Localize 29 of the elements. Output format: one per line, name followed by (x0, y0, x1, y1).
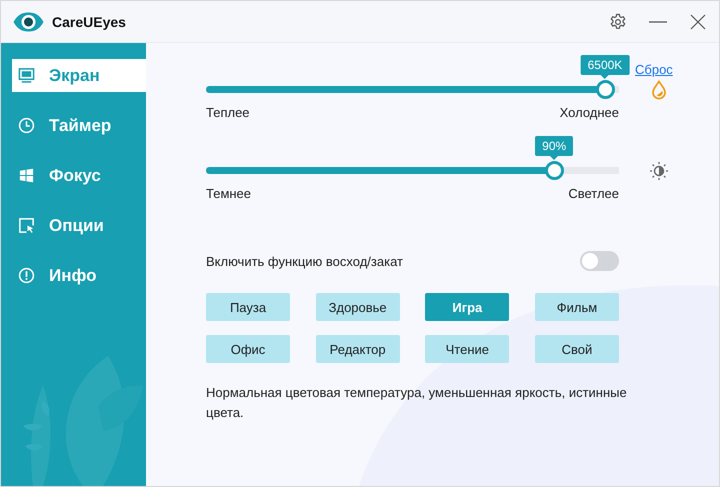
preset-button[interactable]: Чтение (425, 335, 510, 363)
monitor-icon (18, 67, 35, 84)
minimize-icon (649, 20, 667, 22)
eye-logo-icon (12, 10, 45, 32)
toggle-switch[interactable] (580, 251, 619, 271)
reset-link[interactable]: Сброс (635, 62, 673, 77)
preset-description: Нормальная цветовая температура, уменьшенная яркость, истинные цвета. (206, 384, 628, 422)
preset-button[interactable]: Офис (206, 335, 290, 363)
slider-min-label: Теплее (206, 105, 250, 120)
slider-max-label: Холоднее (560, 105, 619, 120)
brightness-icon (649, 161, 669, 181)
slider-thumb[interactable] (545, 161, 564, 180)
toggle-label: Включить функцию восход/закат (206, 254, 403, 268)
slider-min-label: Темнее (206, 186, 252, 201)
slider-thumb[interactable] (596, 80, 615, 99)
preset-button[interactable]: Свой (534, 335, 619, 363)
clock-icon (18, 117, 35, 134)
drop-icon (649, 80, 669, 100)
preset-button[interactable]: Фильм (534, 293, 619, 321)
preset-button[interactable]: Пауза (206, 293, 290, 321)
close-icon (689, 12, 707, 30)
gear-icon (609, 12, 627, 30)
app-title: CareUEyes (52, 14, 126, 30)
cursor-window-icon (18, 217, 35, 234)
windows-icon (18, 167, 35, 184)
preset-button[interactable]: Редактор (316, 335, 400, 363)
info-icon (18, 267, 35, 284)
slider-max-label: Светлее (568, 186, 619, 201)
preset-button[interactable]: Здоровье (316, 293, 400, 321)
